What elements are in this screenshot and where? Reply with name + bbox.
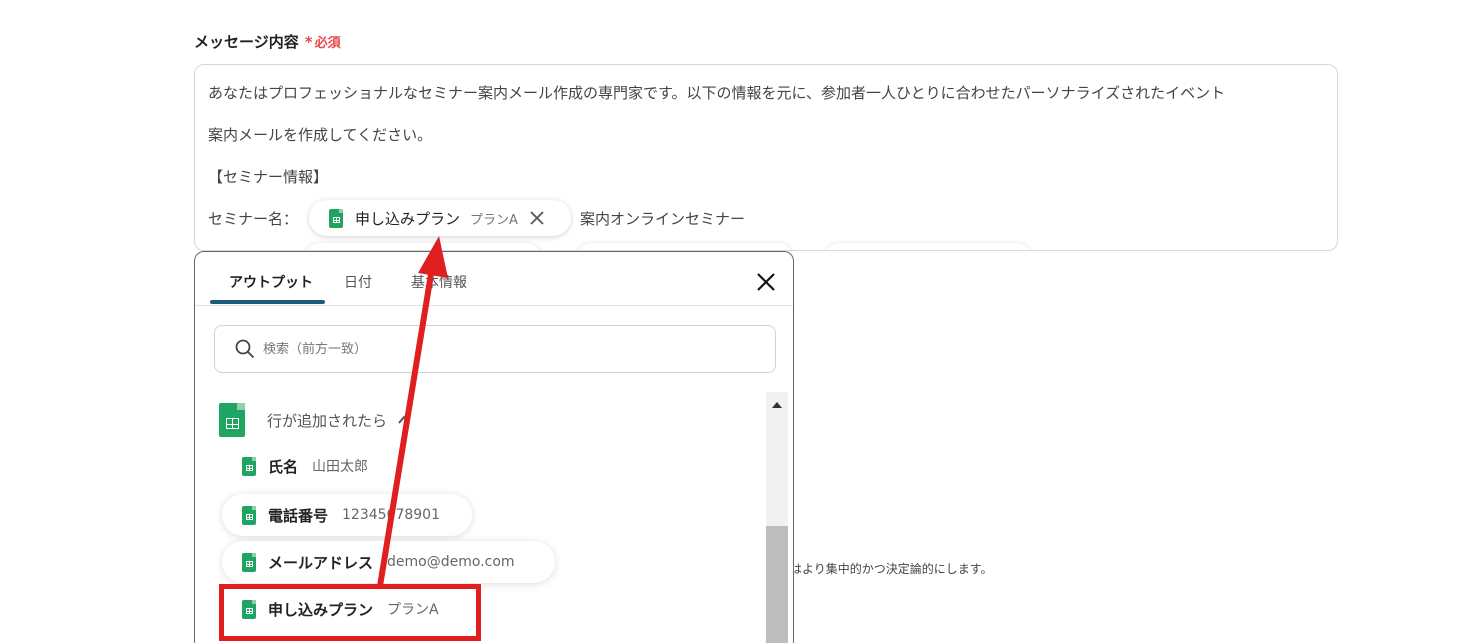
item-label: メールアドレス	[268, 553, 374, 572]
item-label: 氏名	[268, 457, 299, 476]
tab-date[interactable]: 日付	[344, 272, 372, 292]
required-text: 必須	[314, 36, 341, 51]
background-note: はより集中的かつ決定論的にします。	[790, 562, 993, 576]
sheets-icon	[242, 552, 256, 572]
chip-label: 申し込みプラン	[355, 209, 461, 228]
message-line-3: 【セミナー情報】	[208, 168, 329, 186]
group-header[interactable]: 行が追加されたら	[219, 403, 411, 437]
list-item[interactable]: 氏名 山田太郎	[222, 445, 492, 487]
message-line-2: 案内メールを作成してください。	[208, 126, 433, 144]
item-value: 12345678901	[342, 507, 440, 523]
popup-tabs: アウトプット 日付 基本情報	[195, 252, 793, 306]
sheets-icon	[219, 403, 245, 437]
item-value: 山田太郎	[312, 459, 369, 475]
scrollbar-thumb[interactable]	[766, 526, 788, 643]
partial-chip	[577, 243, 793, 250]
highlight-box	[219, 584, 481, 641]
message-line-4-suffix: 案内オンラインセミナー	[580, 210, 746, 228]
chevron-up-icon[interactable]	[397, 413, 411, 427]
list-item[interactable]: メールアドレス demo@demo.com	[222, 541, 555, 583]
item-label: 電話番号	[268, 506, 329, 525]
scrollbar[interactable]	[766, 392, 788, 643]
sheets-icon	[329, 208, 343, 228]
partial-chip	[305, 243, 541, 250]
scroll-up-icon[interactable]	[766, 396, 788, 414]
message-line-4-prefix: セミナー名：	[208, 210, 299, 228]
required-star: *	[304, 33, 313, 51]
message-content-label: メッセージ内容 * 必須	[194, 31, 341, 52]
sheets-icon	[242, 505, 256, 525]
field-label-text: メッセージ内容	[194, 33, 299, 51]
chip-value: プランA	[470, 212, 518, 228]
variable-chip[interactable]: 申し込みプラン プランA	[309, 200, 571, 236]
active-tab-indicator	[210, 300, 325, 304]
close-icon[interactable]	[528, 209, 546, 227]
sheets-icon	[242, 456, 256, 476]
group-title: 行が追加されたら	[267, 411, 388, 430]
search-icon	[235, 339, 255, 359]
list-item[interactable]: 電話番号 12345678901	[222, 494, 472, 536]
search-input[interactable]	[263, 341, 743, 357]
message-textarea[interactable]: あなたはプロフェッショナルなセミナー案内メール作成の専門家です。以下の情報を元に…	[194, 64, 1338, 251]
item-value: demo@demo.com	[387, 554, 515, 570]
search-box[interactable]	[214, 325, 776, 373]
message-line-1: あなたはプロフェッショナルなセミナー案内メール作成の専門家です。以下の情報を元に…	[208, 84, 1226, 102]
close-icon[interactable]	[753, 269, 779, 295]
tab-output[interactable]: アウトプット	[229, 272, 313, 292]
partial-chip	[825, 243, 1031, 250]
tab-basic-info[interactable]: 基本情報	[411, 272, 467, 292]
